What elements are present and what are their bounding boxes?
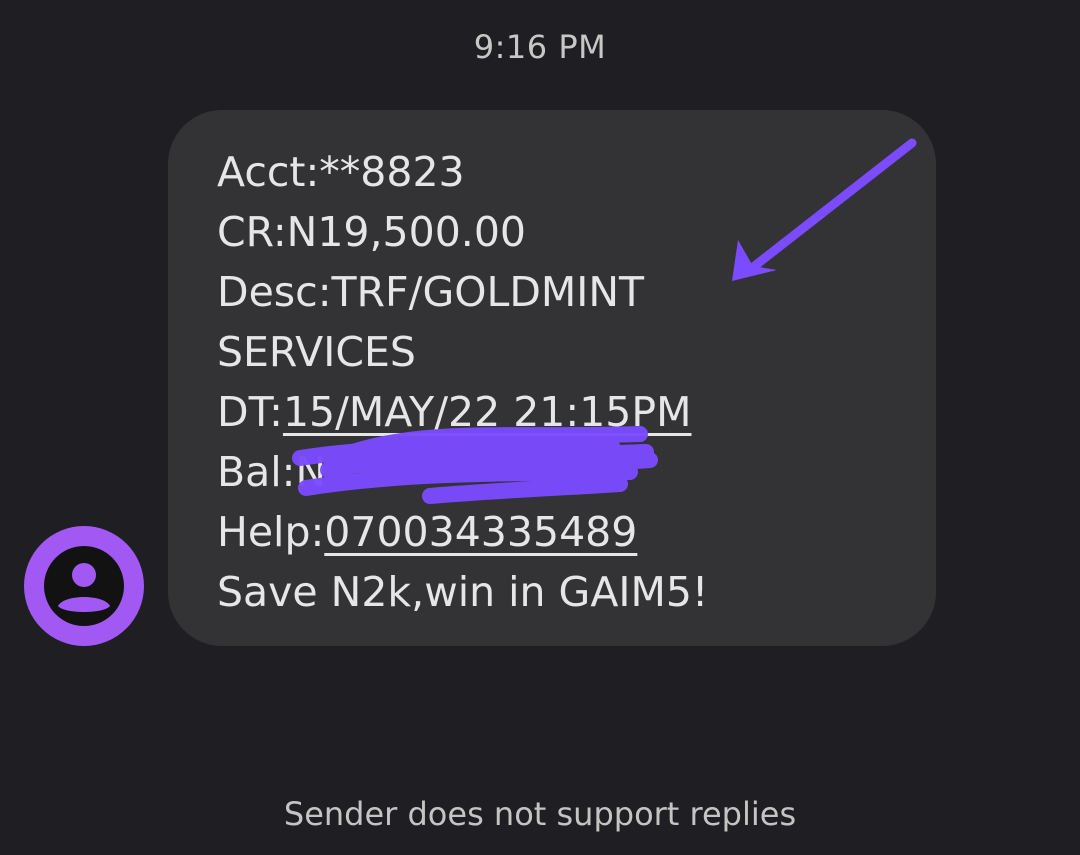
date-link[interactable]: 15/MAY/22 21:15PM (283, 388, 692, 436)
message-timestamp: 9:16 PM (473, 28, 607, 66)
message-line-desc-continued: SERVICES (217, 328, 416, 376)
person-icon (44, 546, 124, 626)
reply-disabled-notice: Sender does not support replies (283, 795, 797, 833)
message-line-acct: Acct:**8823 (217, 148, 465, 196)
sender-avatar[interactable] (24, 526, 144, 646)
message-line-balance: Bal:N (217, 448, 327, 496)
message-line-help: Help:070034335489 (217, 508, 637, 556)
message-line-desc: Desc:TRF/GOLDMINT (217, 268, 645, 316)
help-phone-link[interactable]: 070034335489 (324, 508, 637, 556)
message-thread-screen: 9:16 PM Acct:**8823 CR:N19,500.00 Desc:T… (0, 0, 1080, 855)
message-line-date: DT:15/MAY/22 21:15PM (217, 388, 691, 436)
message-line-credit: CR:N19,500.00 (217, 208, 527, 256)
message-line-promo: Save N2k,win in GAIM5! (217, 568, 709, 616)
help-label: Help: (217, 508, 325, 556)
date-label: DT: (217, 388, 283, 436)
